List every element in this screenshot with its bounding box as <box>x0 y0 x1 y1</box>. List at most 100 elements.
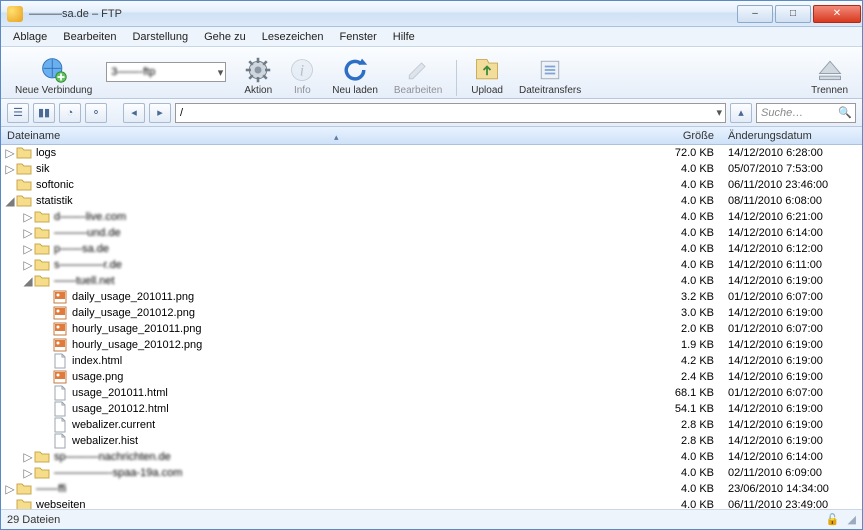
nav-forward-button[interactable]: ▸ <box>149 103 171 123</box>
transfers-button[interactable]: Dateitransfers <box>511 56 589 96</box>
item-size: 2.8 KB <box>667 435 722 447</box>
menu-ablage[interactable]: Ablage <box>5 29 55 45</box>
folder-icon <box>34 210 50 224</box>
titlebar[interactable]: ———sa.de – FTP – □ ✕ <box>1 1 862 27</box>
item-size: 3.0 KB <box>667 307 722 319</box>
maximize-button[interactable]: □ <box>775 5 811 23</box>
expander-closed-icon[interactable]: ▷ <box>23 242 33 256</box>
list-item[interactable]: ◢——tuell.net4.0 KB14/12/2010 6:19:00 <box>1 273 862 289</box>
server-address-combo[interactable]: 3——-ftp ▾ <box>106 62 226 82</box>
list-item[interactable]: daily_usage_201012.png3.0 KB14/12/2010 6… <box>1 305 862 321</box>
list-item[interactable]: usage_201011.html68.1 KB01/12/2010 6:07:… <box>1 385 862 401</box>
item-name: p——sa.de <box>54 243 667 255</box>
view-bonjour-button[interactable]: ⚬ <box>85 103 107 123</box>
expander-closed-icon[interactable]: ▷ <box>5 162 15 176</box>
list-item[interactable]: hourly_usage_201012.png1.9 KB14/12/2010 … <box>1 337 862 353</box>
item-name: webalizer.current <box>72 419 667 431</box>
chevron-up-icon: ▴ <box>738 106 744 119</box>
list-item[interactable]: ▷p——sa.de4.0 KB14/12/2010 6:12:00 <box>1 241 862 257</box>
chevron-right-icon: ▸ <box>157 106 163 119</box>
file-listing[interactable]: ▷logs72.0 KB14/12/2010 6:28:00▷sik4.0 KB… <box>1 145 862 509</box>
list-item[interactable]: webalizer.hist2.8 KB14/12/2010 6:19:00 <box>1 433 862 449</box>
list-item[interactable]: ▷sp———nachrichten.de4.0 KB14/12/2010 6:1… <box>1 449 862 465</box>
list-item[interactable]: daily_usage_201011.png3.2 KB01/12/2010 6… <box>1 289 862 305</box>
resize-grip-icon[interactable]: ◢ <box>848 513 856 526</box>
column-name[interactable]: Dateiname ▴ <box>1 130 667 142</box>
menu-darstellung[interactable]: Darstellung <box>124 29 196 45</box>
item-size: 4.0 KB <box>667 451 722 463</box>
item-date: 14/12/2010 6:19:00 <box>722 403 862 415</box>
item-name: usage_201011.html <box>72 387 667 399</box>
reload-button[interactable]: Neu laden <box>324 56 386 96</box>
chevron-down-icon: ▾ <box>218 66 224 79</box>
list-item[interactable]: hourly_usage_201011.png2.0 KB01/12/2010 … <box>1 321 862 337</box>
list-item[interactable]: usage_201012.html54.1 KB14/12/2010 6:19:… <box>1 401 862 417</box>
expander-open-icon[interactable]: ◢ <box>23 274 33 288</box>
search-icon: 🔍 <box>838 106 852 119</box>
view-list-button[interactable]: ☰ <box>7 103 29 123</box>
nav-back-button[interactable]: ◂ <box>123 103 145 123</box>
search-placeholder: Suche… <box>761 107 803 119</box>
list-item[interactable]: webalizer.current2.8 KB14/12/2010 6:19:0… <box>1 417 862 433</box>
menu-lesezeichen[interactable]: Lesezeichen <box>254 29 332 45</box>
expander-closed-icon[interactable]: ▷ <box>5 482 15 496</box>
server-address-value: 3——-ftp <box>111 66 155 78</box>
item-name: webseiten <box>36 499 667 509</box>
item-date: 06/11/2010 23:46:00 <box>722 179 862 191</box>
new-connection-button[interactable]: Neue Verbindung <box>7 56 100 96</box>
folder-icon <box>34 466 50 480</box>
item-name: sik <box>36 163 667 175</box>
list-item[interactable]: ▷——ffi4.0 KB23/06/2010 14:34:00 <box>1 481 862 497</box>
aktion-button[interactable]: Aktion <box>236 56 280 96</box>
upload-button[interactable]: Upload <box>463 56 511 96</box>
expander-closed-icon[interactable]: ▷ <box>5 146 15 160</box>
item-date: 14/12/2010 6:19:00 <box>722 419 862 431</box>
expander-closed-icon[interactable]: ▷ <box>23 450 33 464</box>
item-name: webalizer.hist <box>72 435 667 447</box>
expander-closed-icon[interactable]: ▷ <box>23 258 33 272</box>
list-item[interactable]: ▷—————-spaa-19a.com4.0 KB02/11/2010 6:09… <box>1 465 862 481</box>
item-size: 68.1 KB <box>667 387 722 399</box>
list-item[interactable]: ▷logs72.0 KB14/12/2010 6:28:00 <box>1 145 862 161</box>
list-item[interactable]: index.html4.2 KB14/12/2010 6:19:00 <box>1 353 862 369</box>
info-icon: i <box>288 56 316 84</box>
list-item[interactable]: webseiten4.0 KB06/11/2010 23:49:00 <box>1 497 862 509</box>
view-history-button[interactable]: ◔ <box>59 103 81 123</box>
app-icon <box>7 6 23 22</box>
expander-closed-icon[interactable]: ▷ <box>23 226 33 240</box>
item-size: 3.2 KB <box>667 291 722 303</box>
column-size[interactable]: Größe <box>667 130 722 142</box>
edit-button[interactable]: Bearbeiten <box>386 56 450 96</box>
list-icon: ☰ <box>13 106 23 119</box>
list-item[interactable]: ▷d——-live.com4.0 KB14/12/2010 6:21:00 <box>1 209 862 225</box>
chevron-down-icon: ▾ <box>716 106 722 119</box>
list-item[interactable]: ▷———und.de4.0 KB14/12/2010 6:14:00 <box>1 225 862 241</box>
list-item[interactable]: ▷s————r.de4.0 KB14/12/2010 6:11:00 <box>1 257 862 273</box>
path-value: / <box>180 107 183 119</box>
menu-fenster[interactable]: Fenster <box>332 29 385 45</box>
nav-up-button[interactable]: ▴ <box>730 103 752 123</box>
item-size: 4.0 KB <box>667 499 722 509</box>
expander-closed-icon[interactable]: ▷ <box>23 210 33 224</box>
info-button[interactable]: i Info <box>280 56 324 96</box>
item-date: 06/11/2010 23:49:00 <box>722 499 862 509</box>
expander-open-icon[interactable]: ◢ <box>5 194 15 208</box>
search-input[interactable]: Suche… 🔍 <box>756 103 856 123</box>
list-item[interactable]: ◢statistik4.0 KB08/11/2010 6:08:00 <box>1 193 862 209</box>
item-size: 4.2 KB <box>667 355 722 367</box>
list-item[interactable]: softonic4.0 KB06/11/2010 23:46:00 <box>1 177 862 193</box>
list-item[interactable]: ▷sik4.0 KB05/07/2010 7:53:00 <box>1 161 862 177</box>
menu-gehezu[interactable]: Gehe zu <box>196 29 254 45</box>
column-date[interactable]: Änderungsdatum <box>722 130 862 142</box>
minimize-button[interactable]: – <box>737 5 773 23</box>
expander-closed-icon[interactable]: ▷ <box>23 466 33 480</box>
menu-bearbeiten[interactable]: Bearbeiten <box>55 29 124 45</box>
list-item[interactable]: usage.png2.4 KB14/12/2010 6:19:00 <box>1 369 862 385</box>
item-date: 05/07/2010 7:53:00 <box>722 163 862 175</box>
disconnect-button[interactable]: Trennen <box>803 56 856 96</box>
reload-label: Neu laden <box>332 85 378 96</box>
view-bookmarks-button[interactable]: ▮▮ <box>33 103 55 123</box>
menu-hilfe[interactable]: Hilfe <box>385 29 423 45</box>
close-button[interactable]: ✕ <box>813 5 861 23</box>
path-combo[interactable]: / ▾ <box>175 103 726 123</box>
